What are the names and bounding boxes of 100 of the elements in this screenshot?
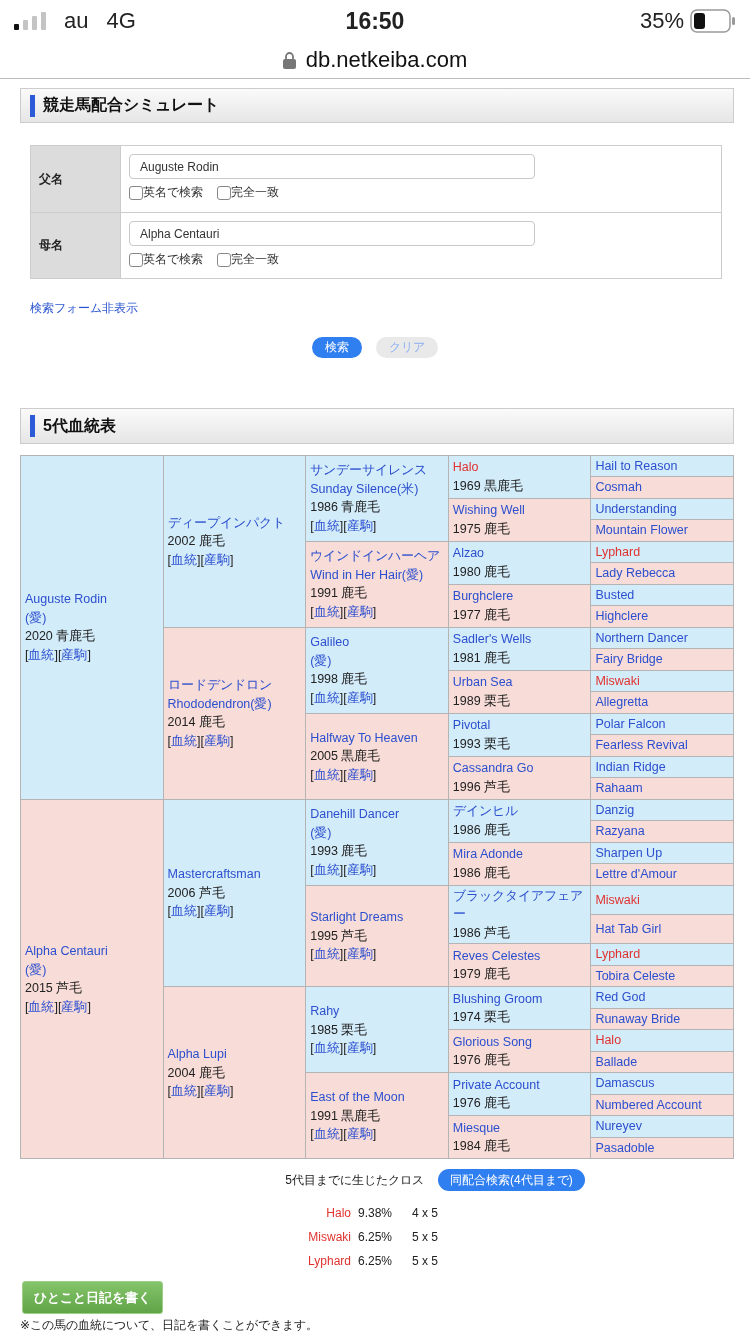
horse-name-link[interactable]: Blushing Groom (452, 989, 543, 1009)
horse-name-link[interactable]: Understanding (595, 499, 677, 519)
checkbox[interactable] (129, 252, 143, 267)
horse-name-link[interactable]: Ballade (595, 1052, 638, 1072)
horse-sub-link[interactable]: [産駒] (343, 1039, 377, 1058)
horse-name-link[interactable]: Urban Sea (452, 673, 513, 692)
horse-name-link[interactable]: (愛) (25, 960, 47, 979)
horse-name-link[interactable]: Numbered Account (595, 1095, 702, 1115)
horse-name-link[interactable]: (愛) (310, 651, 332, 671)
horse-sub-link[interactable]: [産駒] (200, 731, 234, 751)
page-url[interactable]: db.netkeiba.com (305, 47, 468, 73)
horse-sub-link[interactable]: [血統] (310, 602, 344, 622)
horse-sub-link[interactable]: [血統] (167, 902, 201, 921)
horse-name-link[interactable]: Red God (595, 988, 646, 1007)
horse-name-link[interactable]: Reves Celestes (452, 946, 541, 966)
horse-name-link[interactable]: Sunday Silence(米) (310, 479, 419, 499)
horse-sub-link[interactable]: [血統] (310, 1039, 344, 1058)
horse-name-link[interactable]: Runaway Bride (595, 1009, 681, 1029)
horse-name-link[interactable]: Mira Adonde (452, 845, 523, 864)
horse-name-link[interactable]: Pivotal (452, 716, 491, 735)
horse-name-link[interactable]: Alpha Lupi (167, 1045, 227, 1064)
horse-sub-link[interactable]: [産駒] (343, 765, 377, 784)
horse-name-link[interactable]: Hail to Reason (595, 456, 678, 476)
horse-name-link[interactable]: Allegretta (595, 693, 649, 712)
horse-name-link[interactable]: Highclere (595, 607, 649, 626)
horse-name-link[interactable]: Miswaki (595, 671, 640, 691)
horse-name-link[interactable]: Danehill Dancer (310, 805, 400, 824)
horse-name-link[interactable]: Indian Ridge (595, 757, 666, 777)
horse-sub-link[interactable]: [産駒] (343, 688, 377, 708)
horse-name-link[interactable]: Sadler's Wells (452, 630, 532, 649)
checkbox[interactable] (217, 252, 231, 267)
horse-name-link[interactable]: Polar Falcon (595, 714, 666, 734)
horse-name-link[interactable]: ブラックタイアフェアー (452, 886, 587, 924)
horse-name-link[interactable]: Pasadoble (595, 1138, 655, 1158)
search-button[interactable]: 検索 (312, 337, 362, 359)
horse-name-link[interactable]: Halo (452, 458, 479, 477)
horse-sub-link[interactable]: [血統] (167, 550, 201, 569)
horse-name-link[interactable]: Lyphard (595, 945, 641, 964)
horse-name-link[interactable]: Burghclere (452, 587, 514, 606)
horse-name-link[interactable]: Razyana (595, 822, 645, 841)
horse-name-link[interactable]: Glorious Song (452, 1032, 532, 1052)
same-cross-search-button[interactable]: 同配合検索(4代目まで) (438, 1169, 585, 1192)
horse-name-link[interactable]: Alpha Centauri (25, 942, 108, 961)
horse-name-link[interactable]: Private Account (452, 1075, 540, 1095)
horse-name-link[interactable]: Rhododendron(愛) (167, 694, 272, 714)
horse-sub-link[interactable]: [血統] (310, 516, 344, 536)
horse-name-link[interactable]: Sharpen Up (595, 843, 663, 863)
horse-name-link[interactable]: Miswaki (595, 890, 640, 910)
horse-sub-link[interactable]: [血統] (310, 860, 344, 880)
horse-name-link[interactable]: Mastercraftsman (167, 865, 261, 884)
horse-name-link[interactable]: Busted (595, 585, 635, 605)
horse-sub-link[interactable]: [産駒] (57, 645, 91, 665)
horse-sub-link[interactable]: [血統] (310, 688, 344, 708)
horse-name-link[interactable]: Halfway To Heaven (310, 728, 418, 747)
horse-name-link[interactable]: ロードデンドロン (167, 676, 272, 695)
horse-sub-link[interactable]: [産駒] (200, 550, 234, 569)
horse-name-link[interactable]: Northern Dancer (595, 628, 688, 648)
name-input-field[interactable]: Auguste Rodin (129, 154, 535, 180)
horse-name-link[interactable]: ウインドインハーヘア (310, 547, 441, 566)
horse-name-link[interactable]: ディープインパクト (167, 513, 285, 532)
horse-sub-link[interactable]: [産駒] (343, 516, 377, 536)
horse-name-link[interactable]: Tobira Celeste (595, 966, 676, 986)
horse-name-link[interactable]: East of the Moon (310, 1088, 405, 1107)
horse-name-link[interactable]: デインヒル (452, 802, 518, 821)
horse-name-link[interactable]: Lettre d'Amour (595, 865, 677, 884)
horse-name-link[interactable]: Fairy Bridge (595, 650, 663, 669)
horse-sub-link[interactable]: [血統] (25, 997, 58, 1016)
horse-name-link[interactable]: Cassandra Go (452, 759, 534, 778)
horse-name-link[interactable]: Alzao (452, 544, 485, 563)
horse-name-link[interactable]: (愛) (25, 608, 47, 628)
horse-sub-link[interactable]: [血統] (310, 1125, 344, 1144)
horse-name-link[interactable]: Fearless Revival (595, 736, 688, 755)
horse-name-link[interactable]: Wishing Well (452, 501, 525, 520)
horse-sub-link[interactable]: [産駒] (343, 602, 377, 622)
horse-sub-link[interactable]: [産駒] (57, 997, 91, 1016)
name-input-field[interactable]: Alpha Centauri (129, 221, 535, 247)
horse-name-link[interactable]: Hat Tab Girl (595, 919, 662, 939)
horse-name-link[interactable]: Auguste Rodin (25, 590, 107, 609)
horse-name-link[interactable]: Danzig (595, 800, 635, 820)
horse-sub-link[interactable]: [血統] (167, 1082, 201, 1101)
horse-name-link[interactable]: Halo (595, 1031, 622, 1050)
horse-name-link[interactable]: Wind in Her Hair(愛) (310, 565, 424, 585)
horse-name-link[interactable]: Damascus (595, 1074, 655, 1093)
horse-name-link[interactable]: Miesque (452, 1118, 501, 1138)
horse-sub-link[interactable]: [血統] (310, 945, 344, 964)
checkbox[interactable] (217, 185, 231, 200)
horse-sub-link[interactable]: [産駒] (343, 945, 377, 964)
horse-name-link[interactable]: Mountain Flower (595, 521, 688, 540)
horse-name-link[interactable]: Lyphard (595, 542, 641, 562)
horse-name-link[interactable]: Galileo (310, 633, 350, 652)
horse-sub-link[interactable]: [産駒] (200, 902, 234, 921)
horse-name-link[interactable]: Cosmah (595, 478, 642, 497)
horse-sub-link[interactable]: [血統] (25, 645, 58, 665)
horse-name-link[interactable]: Nureyev (595, 1117, 642, 1136)
horse-sub-link[interactable]: [産駒] (343, 1125, 377, 1144)
horse-sub-link[interactable]: [血統] (310, 765, 344, 784)
horse-sub-link[interactable]: [産駒] (343, 860, 377, 880)
horse-name-link[interactable]: Lady Rebecca (595, 564, 676, 583)
horse-sub-link[interactable]: [血統] (167, 731, 201, 751)
horse-name-link[interactable]: Rahaam (595, 779, 643, 798)
